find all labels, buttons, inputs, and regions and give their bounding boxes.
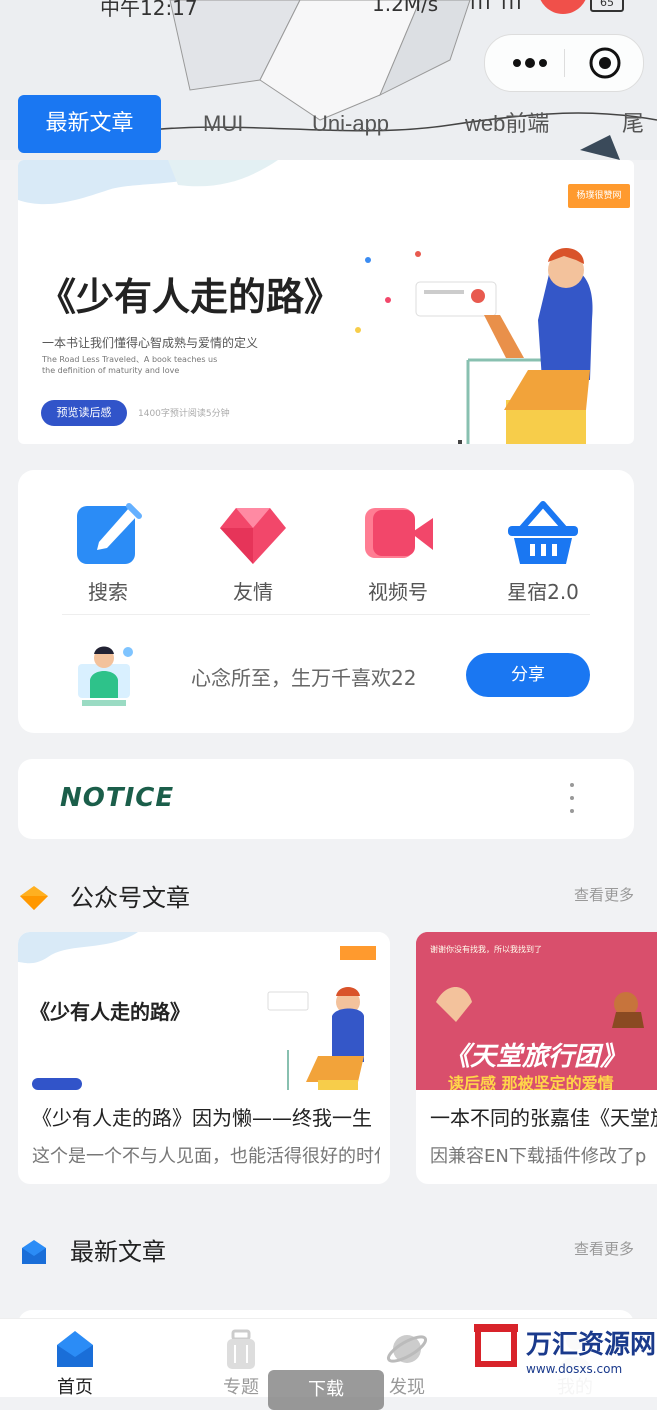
tab-mui[interactable]: MUI: [203, 95, 243, 153]
entry-xingxiu-label: 星宿2.0: [507, 580, 579, 604]
banner-title: 《少有人走的路》: [38, 275, 343, 319]
notice-label: NOTICE: [60, 783, 175, 813]
category-tabs: 最新文章 MUI Uni-app web前端 尾: [0, 95, 657, 155]
basket-icon: [508, 501, 578, 564]
article-card[interactable]: 谢谢你没有找我，所以我找到了 《天堂旅行团》 读后感 那被坚定的爱情 一本不同的…: [416, 932, 657, 1184]
share-button[interactable]: 分享: [466, 653, 590, 697]
luggage-icon: [227, 1329, 255, 1369]
entry-search[interactable]: 搜索: [48, 498, 168, 605]
status-bar: 中午12:17 1.2M/s ıll ıll 65: [0, 0, 657, 28]
latest-section-title: 最新文章: [70, 1238, 166, 1266]
tabbar-home-label: 首页: [57, 1377, 93, 1398]
share-avatar-illustration: [78, 646, 133, 706]
article-desc: 这个是一个不与人见面，也能活得很好的时代: [32, 1146, 380, 1167]
banner-wave-decoration: [18, 160, 278, 205]
diamond-icon: [220, 508, 286, 564]
site-watermark: 万汇资源网 www.dosxs.com: [470, 1320, 657, 1396]
mail-section-icon: [22, 1240, 46, 1264]
entry-video[interactable]: 视频号: [338, 498, 458, 605]
entry-video-label: 视频号: [368, 580, 428, 604]
wifi-recording-icon: [538, 0, 588, 14]
banner-read-time: 1400字预计阅读5分钟: [138, 409, 230, 419]
share-slogan: 心念所至，生万千喜欢22: [191, 666, 417, 690]
miniprogram-capsule: [484, 34, 644, 92]
article-thumb-title: 《少有人走的路》: [30, 1000, 190, 1024]
status-time: 中午12:17: [100, 0, 198, 20]
entry-friends-label: 友情: [233, 580, 273, 604]
capsule-divider: [564, 49, 565, 77]
latest-view-more-link[interactable]: 查看更多: [574, 1238, 634, 1259]
download-overlay-button[interactable]: 下载: [268, 1370, 384, 1410]
tab-latest[interactable]: 最新文章: [18, 95, 161, 153]
edit-icon: [77, 503, 142, 564]
entries-divider: [62, 614, 590, 615]
notice-more-icon[interactable]: [568, 781, 576, 815]
article-title: 一本不同的张嘉佳《天堂旅行团》: [430, 1106, 657, 1130]
article-thumbnail: 谢谢你没有找我，所以我找到了 《天堂旅行团》 读后感 那被坚定的爱情: [416, 932, 657, 1090]
article-desc: 因兼容EN下载插件修改了p: [430, 1146, 647, 1167]
close-miniprogram-icon[interactable]: [587, 45, 623, 81]
wechat-view-more-link[interactable]: 查看更多: [574, 884, 634, 905]
wechat-section-title: 公众号文章: [70, 884, 190, 912]
article-thumb-title: 《天堂旅行团》: [444, 1042, 627, 1072]
tab-web[interactable]: web前端: [465, 95, 549, 153]
article-thumb-top: 谢谢你没有找我，所以我找到了: [430, 945, 542, 954]
wechat-articles-header: 公众号文章 查看更多: [18, 878, 638, 918]
latest-articles-header: 最新文章 查看更多: [18, 1232, 638, 1272]
video-icon: [365, 508, 433, 558]
entry-xingxiu[interactable]: 星宿2.0: [483, 498, 603, 605]
home-icon: [57, 1331, 93, 1367]
article-card[interactable]: 《少有人走的路》 《少有人走的路》因为懒——终我一生 这个是一个不与人见面，也能…: [18, 932, 390, 1184]
article-thumb-sub: 读后感 那被坚定的爱情: [448, 1074, 614, 1090]
watermark-text: 万汇资源网: [526, 1330, 657, 1360]
banner-subtitle: 一本书让我们懂得心智成熟与爱情的定义: [42, 336, 259, 350]
diamond-section-icon: [20, 886, 48, 910]
banner-tag: 杨璞很赞网: [568, 184, 630, 208]
banner-english: The Road Less Traveled、A book teaches us…: [42, 355, 218, 375]
battery-icon: 65: [590, 0, 624, 12]
article-thumbnail: 《少有人走的路》: [18, 932, 390, 1090]
more-dots-icon[interactable]: [505, 43, 555, 83]
network-speed: 1.2M/s: [372, 0, 439, 16]
notice-bar[interactable]: NOTICE: [18, 759, 634, 839]
preview-review-button[interactable]: 预览读后感: [41, 400, 127, 426]
entry-friends[interactable]: 友情: [193, 498, 313, 605]
planet-icon: [386, 1335, 428, 1363]
article-title: 《少有人走的路》因为懒——终我一生: [32, 1106, 372, 1130]
quick-entries-card: 搜索 友情 视频号 星宿2.0 心念所至，生万千喜欢22 分享: [18, 470, 634, 733]
banner-card[interactable]: 杨璞很赞网 《少有人走的路》 一本书让我们懂得心智成熟与爱情的定义 The Ro…: [18, 160, 634, 444]
tab-more[interactable]: 尾: [622, 95, 644, 153]
watermark-url: www.dosxs.com: [526, 1362, 623, 1376]
watermark-logo-icon: [474, 1324, 518, 1367]
entry-search-label: 搜索: [88, 580, 128, 604]
tabbar-home[interactable]: 首页: [30, 1327, 120, 1399]
reader-illustration: [355, 247, 593, 444]
signal-icon: ıll ıll: [470, 0, 524, 14]
tab-uniapp[interactable]: Uni-app: [312, 95, 389, 153]
